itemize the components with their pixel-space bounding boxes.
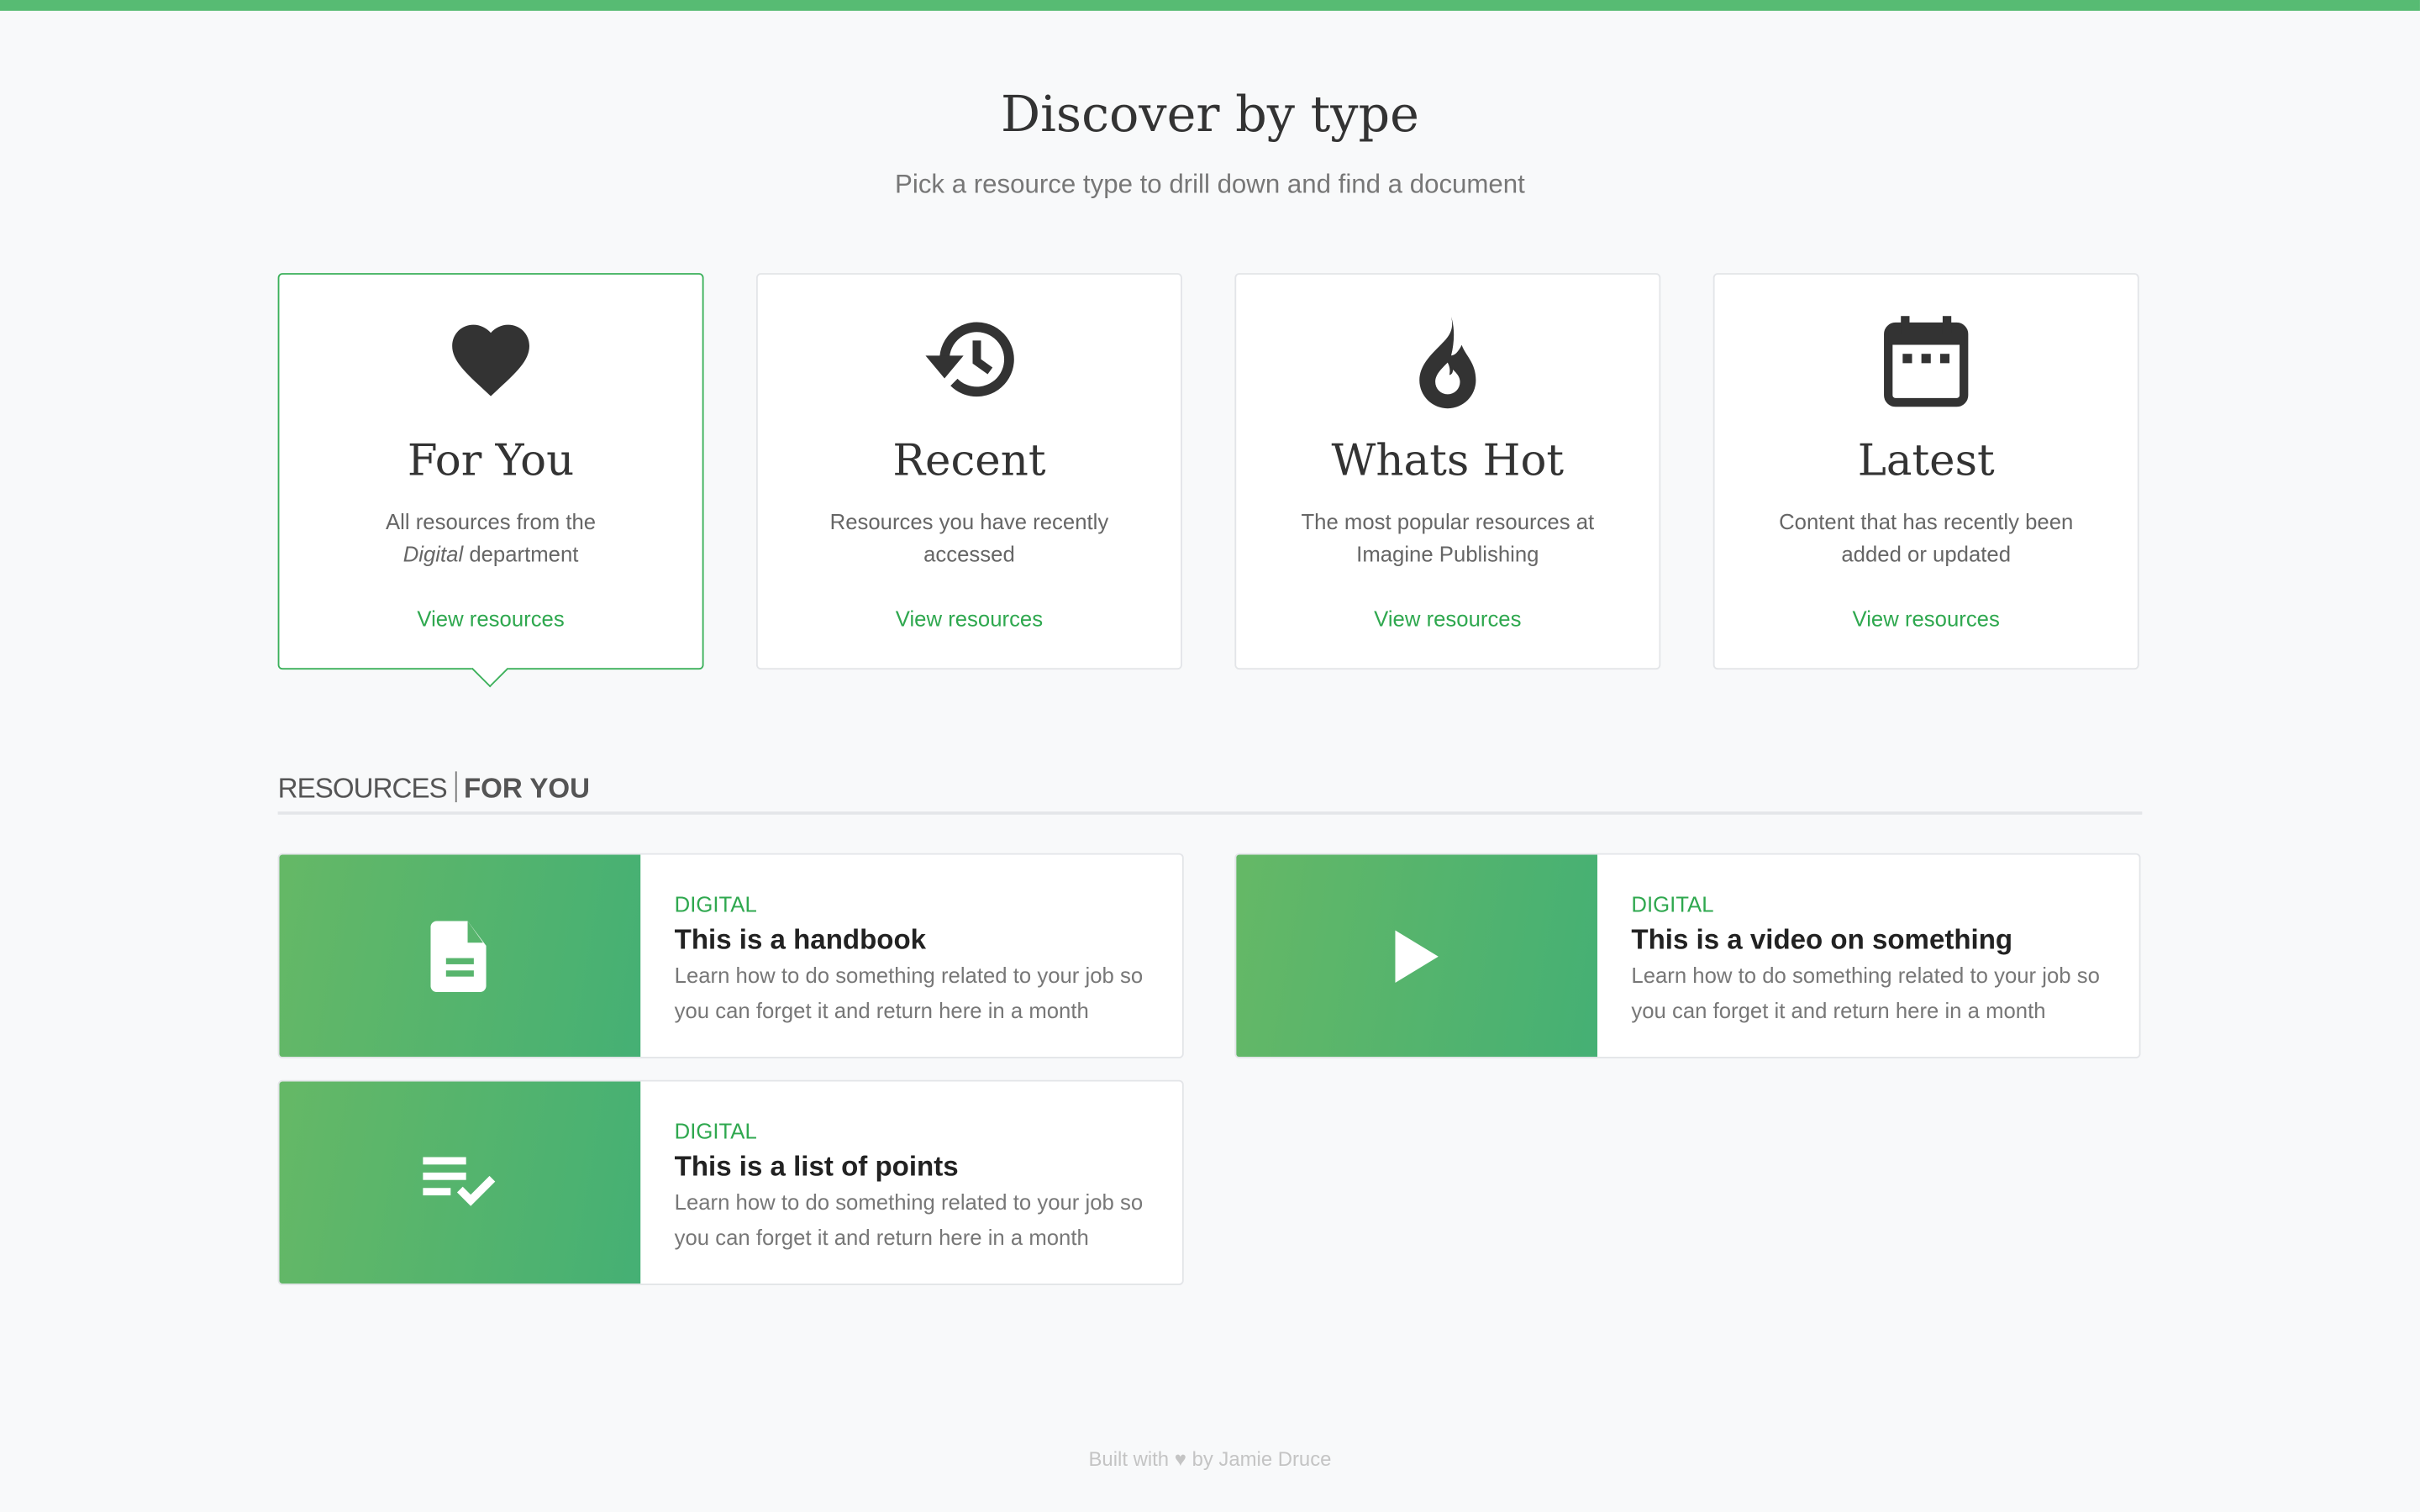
- view-resources-link[interactable]: View resources: [1236, 606, 1659, 631]
- resource-category: DIGITAL: [674, 1118, 757, 1143]
- type-description: Resources you have recently accessed: [829, 509, 1109, 567]
- view-resources-link[interactable]: View resources: [1715, 606, 2138, 631]
- resource-description: Learn how to do something related to you…: [1631, 963, 2100, 1023]
- resource-category: DIGITAL: [674, 891, 757, 916]
- view-resources-link[interactable]: View resources: [279, 606, 702, 631]
- heart-icon: ♥: [1174, 1446, 1186, 1471]
- type-title: Whats Hot: [1331, 434, 1565, 486]
- checklist-icon: [279, 1081, 641, 1284]
- type-card-recent[interactable]: Recent Resources you have recently acces…: [755, 273, 1182, 670]
- divider: [454, 771, 456, 803]
- document-icon: [279, 854, 641, 1058]
- type-title: Latest: [1857, 434, 1995, 486]
- resource-category: DIGITAL: [1631, 891, 1714, 916]
- footer-author: by Jamie Druce: [1192, 1446, 1332, 1471]
- resource-title: This is a handbook: [674, 924, 927, 955]
- resource-card[interactable]: DIGITAL This is a list of points Learn h…: [277, 1079, 1184, 1285]
- type-title: Recent: [892, 434, 1046, 486]
- resource-description: Learn how to do something related to you…: [674, 1189, 1144, 1250]
- type-description: Content that has recently been added or …: [1779, 509, 2074, 567]
- heart-icon: [279, 313, 702, 412]
- type-title: For You: [407, 434, 575, 486]
- calendar-icon: [1715, 313, 2138, 412]
- type-card-latest[interactable]: Latest Content that has recently been ad…: [1712, 273, 2139, 670]
- flame-icon: [1236, 313, 1659, 412]
- resource-title: This is a list of points: [674, 1151, 959, 1182]
- page-title: Discover by type: [1001, 85, 1419, 144]
- play-icon: [1236, 854, 1597, 1058]
- type-card-whats-hot[interactable]: Whats Hot The most popular resources at …: [1234, 273, 1661, 670]
- view-resources-link[interactable]: View resources: [758, 606, 1181, 631]
- type-description: The most popular resources at Imagine Pu…: [1301, 509, 1595, 567]
- section-label: RESOURCES: [277, 773, 448, 804]
- page-subtitle: Pick a resource type to drill down and f…: [895, 170, 1525, 199]
- active-pointer: [471, 650, 509, 688]
- section-heading: RESOURCES FOR YOU: [277, 771, 2143, 815]
- resource-title: This is a video on something: [1631, 924, 2013, 955]
- type-description: All resources from the Digital department: [386, 509, 597, 567]
- resource-description: Learn how to do something related to you…: [674, 963, 1144, 1023]
- type-card-for-you[interactable]: For You All resources from the Digital de…: [277, 273, 704, 688]
- footer: Built with ♥ by Jamie Druce: [0, 1447, 2420, 1471]
- history-icon: [758, 313, 1181, 412]
- top-bar: [0, 0, 2420, 11]
- resource-card[interactable]: DIGITAL This is a handbook Learn how to …: [277, 853, 1184, 1058]
- resource-card[interactable]: DIGITAL This is a video on something Lea…: [1234, 853, 2141, 1058]
- section-active-filter: FOR YOU: [463, 773, 591, 804]
- footer-text: Built with: [1088, 1446, 1170, 1471]
